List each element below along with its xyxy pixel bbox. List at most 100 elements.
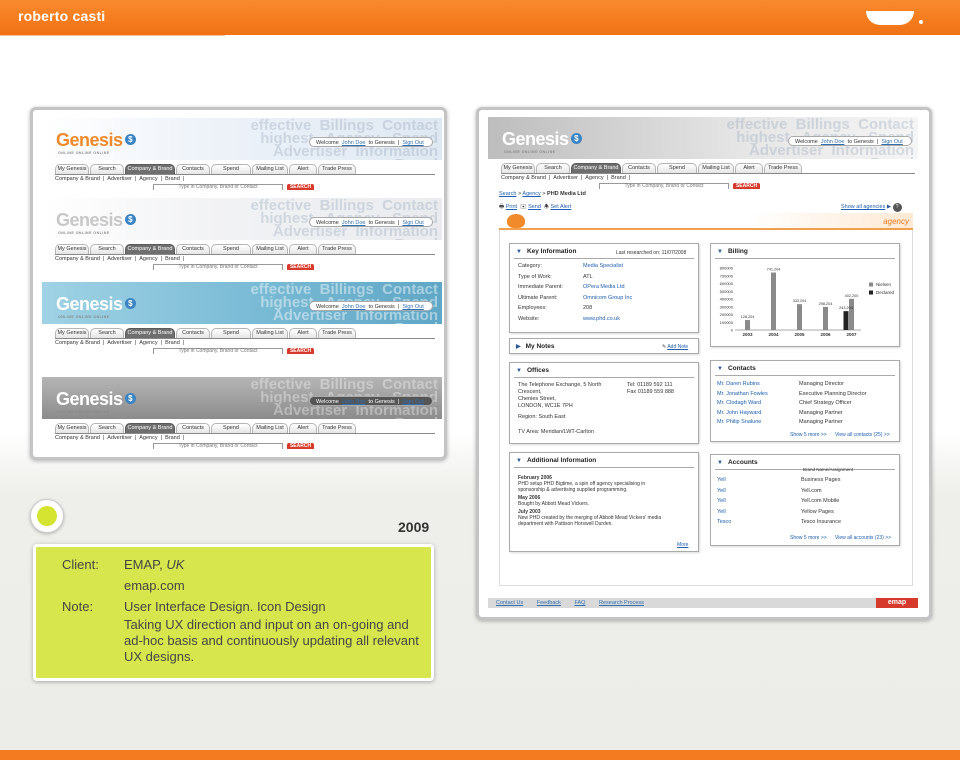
more-link[interactable]: More	[677, 542, 688, 548]
collapse-icon[interactable]: ▼	[516, 368, 522, 374]
print-icon[interactable]: 🖶	[499, 204, 504, 210]
subnav-item[interactable]: Advertiser	[107, 435, 132, 441]
subnav-item[interactable]: Company & Brand	[55, 256, 100, 262]
tab-alert[interactable]: Alert	[289, 164, 317, 174]
tab-my-genesis[interactable]: My Genesis	[55, 328, 89, 338]
sign-out-link[interactable]: Sign Out	[402, 220, 423, 226]
search-button[interactable]: SEARCH	[287, 348, 314, 354]
expand-icon[interactable]: ▶	[516, 344, 521, 350]
tab-trade-press[interactable]: Trade Press	[764, 163, 802, 173]
subnav-item[interactable]: Company & Brand	[55, 435, 100, 441]
user-link[interactable]: John Doe	[821, 139, 845, 145]
subnav-item[interactable]: Advertiser	[553, 175, 578, 181]
sign-out-link[interactable]: Sign Out	[402, 304, 423, 310]
sign-out-link[interactable]: Sign Out	[881, 139, 902, 145]
key-info-value[interactable]: Omnicom Group Inc	[583, 295, 632, 301]
contact-name[interactable]: Mr. John Hayward	[717, 410, 761, 416]
search-input[interactable]: Type in Company, Brand or Contact	[153, 348, 283, 354]
key-info-value[interactable]: Media Specialist	[583, 263, 623, 269]
tab-alert[interactable]: Alert	[289, 328, 317, 338]
search-button[interactable]: SEARCH	[733, 183, 760, 189]
tab-spend[interactable]: Spend	[657, 163, 697, 173]
add-note-link[interactable]: ✎ Add Note	[662, 344, 688, 350]
tab-trade-press[interactable]: Trade Press	[318, 423, 356, 433]
footer-link-feedback[interactable]: Feedback	[537, 600, 561, 606]
alert-icon[interactable]: 🕭	[544, 204, 549, 210]
tab-mailing-list[interactable]: Mailing List	[252, 164, 288, 174]
subnav-item[interactable]: Company & Brand	[55, 340, 100, 346]
account-brand[interactable]: Tesco	[717, 519, 731, 525]
contact-name[interactable]: Mr. Daren Rubins	[717, 381, 760, 387]
tab-company-brand[interactable]: Company & Brand	[125, 328, 175, 338]
tab-company-brand[interactable]: Company & Brand	[125, 164, 175, 174]
key-info-value[interactable]: OPera Media Ltd	[583, 284, 625, 290]
genesis-logo[interactable]: Genesis $ ONLINE ONLINE ONLINE	[56, 210, 136, 235]
collapse-icon[interactable]: ▼	[516, 458, 522, 464]
genesis-logo[interactable]: Genesis $ ONLINE ONLINE ONLINE	[56, 130, 136, 155]
search-button[interactable]: SEARCH	[287, 443, 314, 449]
search-button[interactable]: SEARCH	[287, 184, 314, 190]
print-button[interactable]: Print	[506, 204, 517, 210]
tab-contacts[interactable]: Contacts	[176, 164, 210, 174]
contact-name[interactable]: Mr. Clodagh Ward	[717, 400, 761, 406]
subnav-item[interactable]: Advertiser	[107, 176, 132, 182]
tab-contacts[interactable]: Contacts	[176, 244, 210, 254]
tab-mailing-list[interactable]: Mailing List	[698, 163, 734, 173]
tab-search[interactable]: Search	[90, 244, 124, 254]
show-all-agencies-link[interactable]: Show all agencies	[841, 204, 885, 210]
tab-alert[interactable]: Alert	[735, 163, 763, 173]
key-info-value[interactable]: www.phd.co.uk	[583, 316, 620, 322]
contacts-view-all[interactable]: View all contacts (25) >>	[835, 432, 890, 438]
tab-company-brand[interactable]: Company & Brand	[125, 244, 175, 254]
tab-spend[interactable]: Spend	[211, 244, 251, 254]
tab-my-genesis[interactable]: My Genesis	[55, 164, 89, 174]
tab-contacts[interactable]: Contacts	[176, 423, 210, 433]
footer-link-faq[interactable]: FAQ	[574, 600, 585, 606]
contact-name[interactable]: Mr. Jonathan Fowles	[717, 391, 768, 397]
contact-name[interactable]: Mr. Philip Snalune	[717, 419, 761, 425]
account-brand[interactable]: Yell	[717, 498, 726, 504]
genesis-logo[interactable]: Genesis $ ONLINE ONLINE ONLINE	[56, 294, 136, 319]
collapse-icon[interactable]: ▼	[717, 249, 723, 255]
tab-alert[interactable]: Alert	[289, 423, 317, 433]
account-brand[interactable]: Yell	[717, 509, 726, 515]
account-brand[interactable]: Yell	[717, 488, 726, 494]
footer-link-research[interactable]: Research Process	[599, 600, 644, 606]
subnav-item[interactable]: Agency	[139, 435, 157, 441]
subnav-item[interactable]: Agency	[139, 176, 157, 182]
user-link[interactable]: John Doe	[342, 220, 366, 226]
sign-out-link[interactable]: Sign Out	[402, 399, 423, 405]
collapse-icon[interactable]: ▼	[717, 366, 723, 372]
subnav-item[interactable]: Brand	[165, 435, 180, 441]
tab-spend[interactable]: Spend	[211, 423, 251, 433]
account-brand[interactable]: Yell	[717, 477, 726, 483]
search-input[interactable]: Type in Company, Brand or Contact	[153, 264, 283, 270]
sign-out-link[interactable]: Sign Out	[402, 140, 423, 146]
collapse-icon[interactable]: ▼	[717, 460, 723, 466]
search-input[interactable]: Type in Company, Brand or Contact	[599, 183, 729, 189]
tab-company-brand[interactable]: Company & Brand	[571, 163, 621, 173]
subnav-item[interactable]: Company & Brand	[55, 176, 100, 182]
user-link[interactable]: John Doe	[342, 140, 366, 146]
footer-link-contact[interactable]: Contact Us	[496, 600, 523, 606]
subnav-item[interactable]: Company & Brand	[501, 175, 546, 181]
subnav-item[interactable]: Advertiser	[107, 256, 132, 262]
tab-alert[interactable]: Alert	[289, 244, 317, 254]
user-link[interactable]: John Doe	[342, 304, 366, 310]
tab-mailing-list[interactable]: Mailing List	[252, 423, 288, 433]
subnav-item[interactable]: Brand	[165, 176, 180, 182]
tab-my-genesis[interactable]: My Genesis	[55, 423, 89, 433]
user-link[interactable]: John Doe	[342, 399, 366, 405]
tab-spend[interactable]: Spend	[211, 164, 251, 174]
send-button[interactable]: Send	[528, 204, 541, 210]
accounts-show-more[interactable]: Show 5 more >>	[790, 535, 827, 541]
accounts-view-all[interactable]: View all accounts (23) >>	[835, 535, 891, 541]
collapse-icon[interactable]: ▼	[516, 249, 522, 255]
tab-contacts[interactable]: Contacts	[176, 328, 210, 338]
subnav-item[interactable]: Brand	[165, 256, 180, 262]
breadcrumb-search[interactable]: Search	[499, 191, 516, 197]
tab-mailing-list[interactable]: Mailing List	[252, 244, 288, 254]
subnav-item[interactable]: Agency	[585, 175, 603, 181]
genesis-logo[interactable]: Genesis $ ONLINE ONLINE ONLINE	[502, 129, 582, 154]
subnav-item[interactable]: Advertiser	[107, 340, 132, 346]
